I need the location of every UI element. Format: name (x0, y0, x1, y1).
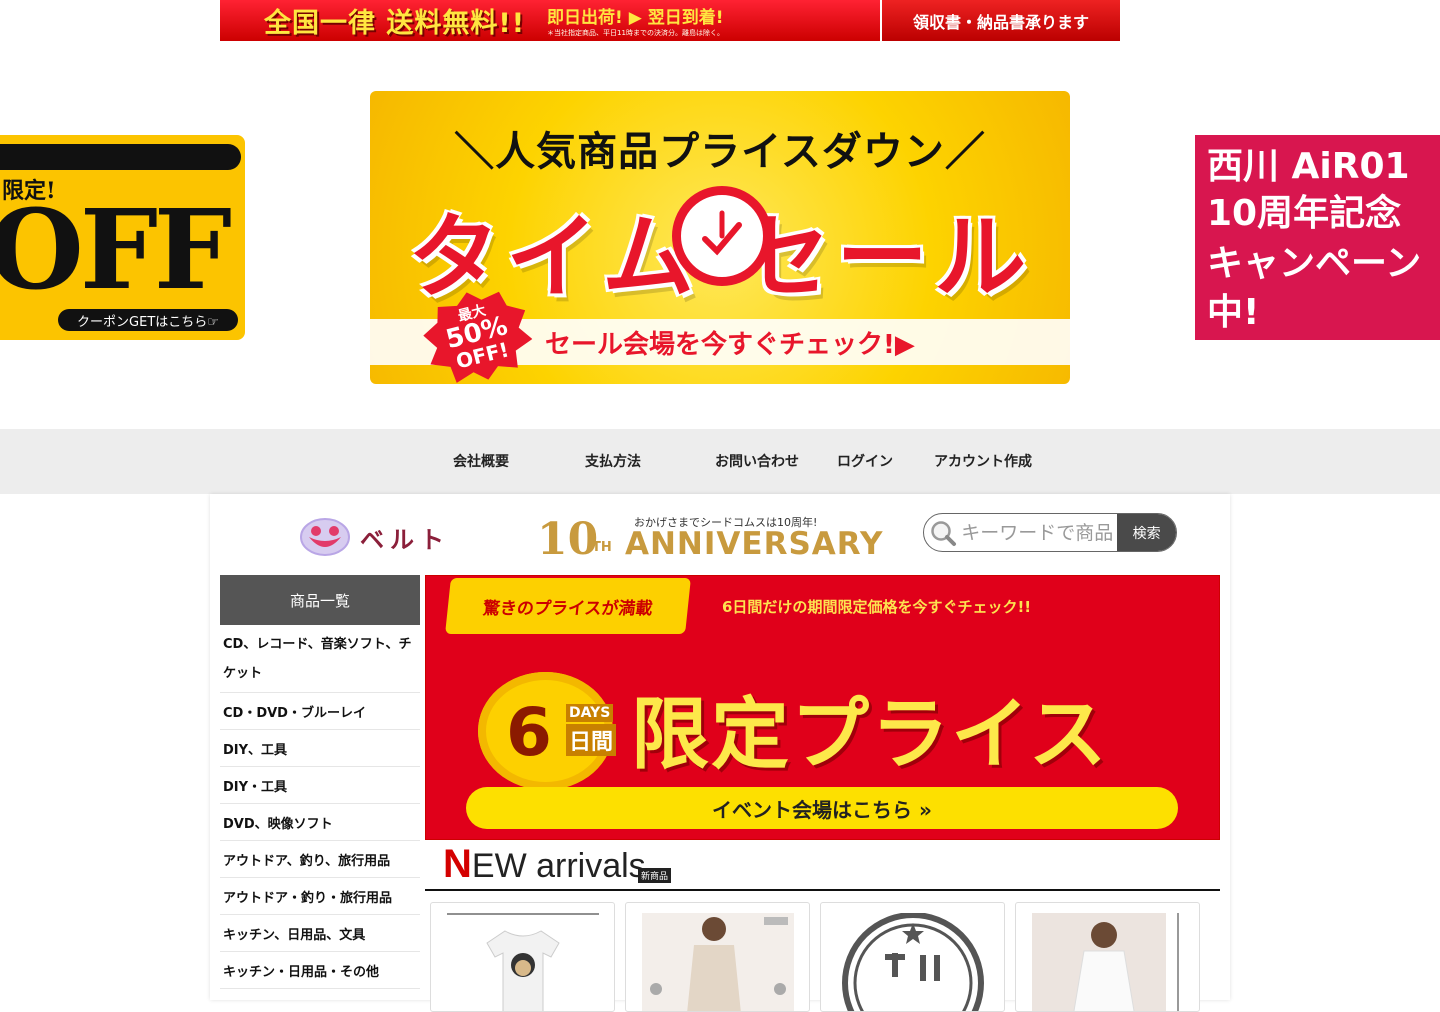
free-shipping-text: 全国一律 送料無料!! (264, 8, 526, 39)
new-arrivals-rest: EW arrivals (471, 847, 646, 885)
sidebar-item-cd-dvd[interactable]: CD・DVD・ブルーレイ (220, 693, 420, 730)
new-arrivals-title: NEW arrivals (443, 842, 646, 887)
free-shipping-banner[interactable]: 全国一律 送料無料!! 即日出荷! ▶ 翌日到着! ＊当社指定商品、平日11時ま… (220, 0, 880, 41)
anniversary-word: ANNIVERSARY (625, 526, 884, 562)
shipping-strip-banner[interactable]: 全国一律 送料無料!! 即日出荷! ▶ 翌日到着! ＊当社指定商品、平日11時ま… (220, 0, 1120, 41)
promo-six: 6 (506, 694, 552, 771)
main-container: ベルト 10 TH おかげさまでシードコムスは10周年! ANNIVERSARY… (210, 494, 1230, 1012)
anniversary-number: 10 (537, 514, 599, 565)
hero-cta-link[interactable]: セール会場を今すぐチェック!▶ (545, 324, 915, 361)
coupon-banner-bar (0, 144, 241, 170)
sidebar-item-kitchen-1[interactable]: キッチン、日用品、文具 (220, 915, 420, 952)
sidebar-item-cd-music[interactable]: CD、レコード、音楽ソフト、チケット (220, 625, 420, 693)
air-campaign-text: キャンペーン中! (1207, 243, 1422, 333)
search-icon (924, 514, 961, 551)
sidebar-item-outdoor-2[interactable]: アウトドア・釣り・旅行用品 (220, 878, 420, 915)
nav-payment[interactable]: 支払方法 (585, 451, 641, 471)
new-arrivals-divider (425, 889, 1220, 891)
product-card[interactable] (1015, 902, 1200, 1012)
time-sale-banner[interactable]: ＼人気商品プライスダウン／ タイム セール 最大 50% OFF! セール会場を… (370, 91, 1070, 384)
sidebar-item-outdoor-1[interactable]: アウトドア、釣り、旅行用品 (220, 841, 420, 878)
coupon-get-button[interactable]: クーポンGETはこちら☞ (58, 309, 238, 331)
new-arrivals-badge: 新商品 (638, 868, 672, 883)
logo-icon[interactable] (299, 517, 351, 557)
limited-price-banner[interactable]: 驚きのプライスが満載 6日間だけの期間限定価格を今すぐチェック!! 6 DAYS… (425, 575, 1220, 840)
promo-subtitle: 6日間だけの期間限定価格を今すぐチェック!! (722, 598, 1032, 616)
promo-bubble: 驚きのプライスが満載 (445, 578, 691, 634)
global-nav: 会社概要 支払方法 お問い合わせ ログイン アカウント作成 (0, 429, 1440, 494)
air-anniversary-text: 10周年記念 (1207, 193, 1402, 235)
shipping-note: ＊当社指定商品、平日11時までの決済分。離島は除く。 (547, 29, 724, 37)
next-day-text: 即日出荷! ▶ 翌日到着! (547, 8, 724, 28)
product-card[interactable] (430, 902, 615, 1012)
new-arrivals-n: N (443, 842, 472, 886)
product-image-tshirt[interactable] (447, 913, 599, 1011)
search-button[interactable]: 検索 (1117, 514, 1176, 551)
hero-title: ＼人気商品プライスダウン／ (454, 129, 986, 175)
nav-contact[interactable]: お問い合わせ (715, 451, 799, 471)
air-note-text: 対象マットレス購入で枕が付いてくる! (1207, 342, 1431, 379)
coupon-banner[interactable]: 限定! OFF クーポンGETはこちら☞ (0, 135, 245, 340)
sidebar-item-diy-tools-2[interactable]: DIY・工具 (220, 767, 420, 804)
product-card[interactable] (820, 902, 1005, 1012)
product-image-outfit[interactable] (1032, 913, 1184, 1011)
product-card[interactable] (625, 902, 810, 1012)
search-bar: 検索 (923, 513, 1177, 552)
event-venue-button[interactable]: イベント会場はこちら » (466, 787, 1178, 829)
next-day-block: 即日出荷! ▶ 翌日到着! ＊当社指定商品、平日11時までの決済分。離島は除く。 (547, 3, 724, 38)
promo-nichikan: 日間 (566, 724, 617, 756)
promo-title: 限定プライス (631, 690, 1109, 780)
nav-company[interactable]: 会社概要 (453, 451, 509, 471)
site-logo-text[interactable]: ベルト (360, 520, 450, 555)
sidebar-item-dvd-video[interactable]: DVD、映像ソフト (220, 804, 420, 841)
air-title: 西川 AiR01 (1207, 146, 1410, 187)
nishikawa-air-banner[interactable]: 西川 AiR01 10周年記念 キャンペーン中! 対象マットレス購入で枕が付いて… (1195, 135, 1440, 379)
category-sidebar: 商品一覧 CD、レコード、音楽ソフト、チケット CD・DVD・ブルーレイ DIY… (220, 575, 420, 989)
coupon-off-text: OFF (0, 185, 232, 314)
nav-login[interactable]: ログイン (837, 451, 893, 471)
sold-out-stamp-icon[interactable] (837, 912, 989, 1011)
promo-days: DAYS (566, 704, 614, 722)
sidebar-header: 商品一覧 (220, 575, 420, 625)
search-input[interactable] (961, 514, 1118, 551)
receipt-banner[interactable]: 領収書・納品書承ります (882, 0, 1120, 41)
product-image-dress[interactable] (642, 913, 794, 1011)
anniversary-th: TH (592, 540, 612, 555)
alarm-clock-icon (672, 186, 772, 286)
sidebar-item-kitchen-2[interactable]: キッチン・日用品・その他 (220, 952, 420, 989)
nav-signup[interactable]: アカウント作成 (934, 451, 1032, 471)
sidebar-item-diy-tools-1[interactable]: DIY、工具 (220, 730, 420, 767)
